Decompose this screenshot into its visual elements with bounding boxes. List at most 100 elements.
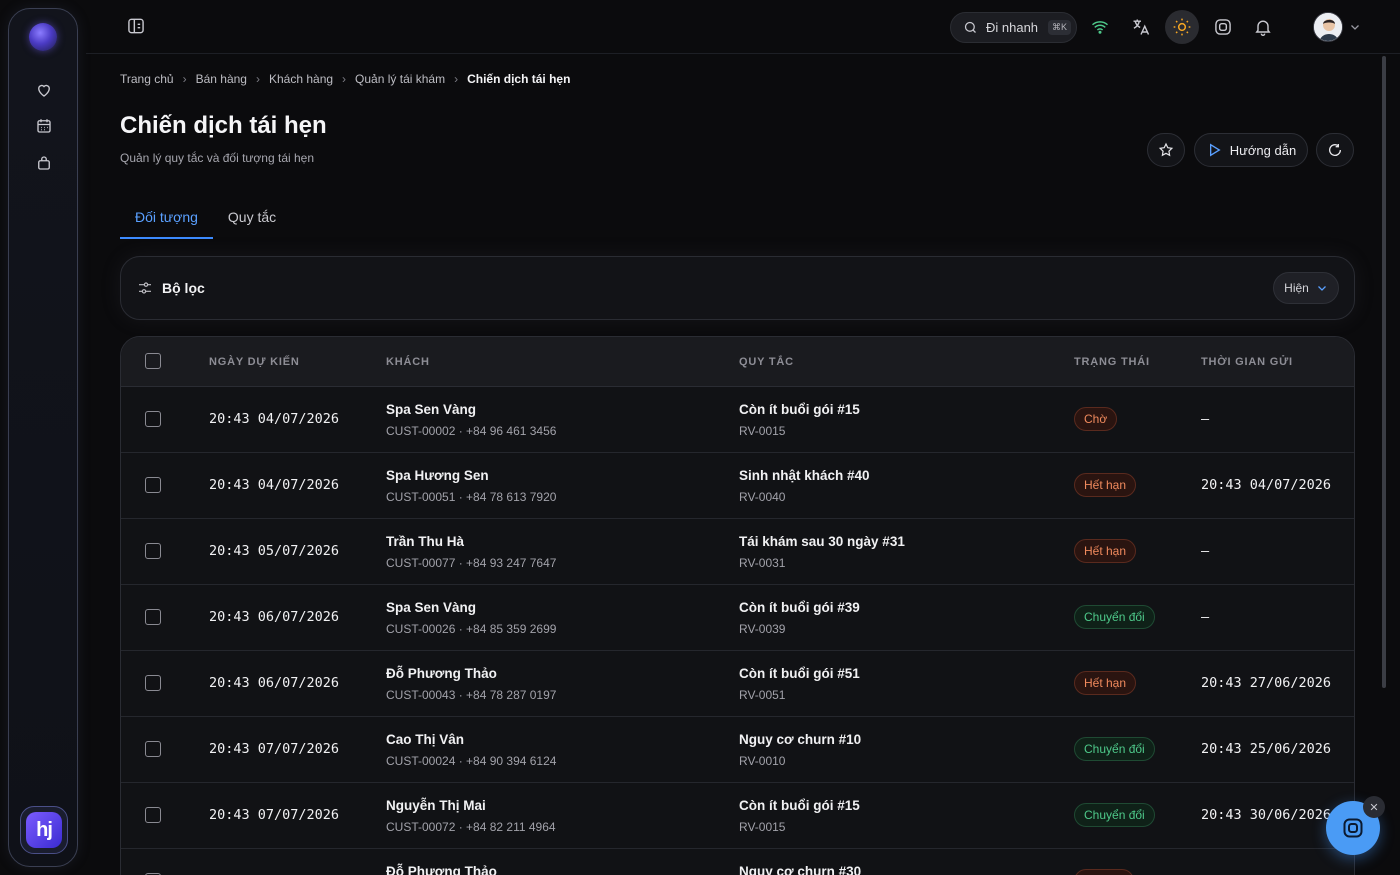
customer-name[interactable]: Đỗ Phương Thảo	[386, 666, 497, 681]
row-checkbox[interactable]	[145, 543, 161, 559]
customer-meta: CUST-00077 · +84 93 247 7647	[386, 556, 557, 570]
breadcrumb-item-sales[interactable]: Bán hàng	[196, 72, 247, 86]
select-all-checkbox[interactable]	[145, 353, 161, 369]
tab-audience[interactable]: Đối tượng	[120, 205, 213, 239]
sidebar-logo-icon[interactable]	[29, 23, 57, 51]
status-badge: Hết hạn	[1074, 539, 1137, 563]
audience-table: NGÀY DỰ KIẾN KHÁCH QUY TẮC TRẠNG THÁI TH…	[120, 336, 1355, 875]
sent-time: 20:43 30/06/2026	[1201, 807, 1332, 823]
column-header-customer[interactable]: KHÁCH	[386, 356, 430, 368]
favorite-button[interactable]	[1147, 133, 1185, 167]
play-icon	[1209, 143, 1221, 157]
page-title: Chiến dịch tái hẹn	[120, 112, 327, 139]
rule-name[interactable]: Còn ít buổi gói #15	[739, 402, 860, 417]
customer-name[interactable]: Spa Sen Vàng	[386, 600, 476, 615]
guide-button[interactable]: Hướng dẫn	[1194, 133, 1308, 167]
wifi-icon[interactable]	[1086, 13, 1114, 41]
chat-close-button[interactable]	[1363, 796, 1385, 818]
support-icon	[1343, 818, 1363, 838]
heart-icon[interactable]	[33, 79, 55, 101]
translate-icon[interactable]	[1127, 13, 1155, 41]
calendar-icon[interactable]	[33, 115, 55, 137]
filter-show-toggle[interactable]: Hiện	[1273, 272, 1339, 304]
customer-meta: CUST-00072 · +84 82 211 4964	[386, 820, 556, 834]
breadcrumb: Trang chủ › Bán hàng › Khách hàng › Quản…	[120, 72, 570, 86]
customer-name[interactable]: Cao Thị Vân	[386, 732, 464, 747]
customer-name[interactable]: Trần Thu Hà	[386, 534, 464, 549]
table-row[interactable]: 20:43 04/07/2026 Spa Hương Sen CUST-0005…	[121, 453, 1354, 519]
refresh-icon	[1329, 144, 1342, 156]
row-checkbox[interactable]	[145, 675, 161, 691]
filter-label: Bộ lọc	[162, 280, 205, 296]
rule-name[interactable]: Nguy cơ churn #30	[739, 864, 861, 875]
customer-meta: CUST-00026 · +84 85 359 2699	[386, 622, 557, 636]
search-shortcut: ⌘K	[1048, 20, 1072, 35]
status-badge: Hết hạn	[1074, 473, 1137, 497]
rule-name[interactable]: Sinh nhật khách #40	[739, 468, 870, 483]
topbar: Đi nhanh ⌘K	[86, 0, 1400, 54]
table-header: NGÀY DỰ KIẾN KHÁCH QUY TẮC TRẠNG THÁI TH…	[121, 337, 1354, 387]
close-icon	[1370, 803, 1378, 811]
table-row[interactable]: 20:43 06/07/2026 Đỗ Phương Thảo CUST-000…	[121, 651, 1354, 717]
status-badge: Chuyển đổi	[1074, 737, 1155, 761]
breadcrumb-item-revisit[interactable]: Quản lý tái khám	[355, 72, 445, 86]
breadcrumb-item-home[interactable]: Trang chủ	[120, 72, 174, 86]
search-label: Đi nhanh	[986, 20, 1039, 35]
support-icon[interactable]	[1209, 13, 1237, 41]
rule-code: RV-0039	[739, 622, 786, 636]
customer-name[interactable]: Nguyễn Thị Mai	[386, 798, 486, 813]
bag-icon[interactable]	[33, 152, 55, 174]
table-row[interactable]: 20:43 04/07/2026 Spa Sen Vàng CUST-00002…	[121, 387, 1354, 453]
panel-toggle-icon[interactable]	[126, 16, 148, 38]
status-badge	[1074, 869, 1134, 875]
column-header-sent-time[interactable]: THỜI GIAN GỬI	[1201, 356, 1293, 368]
scheduled-date: 20:43 07/07/2026	[209, 807, 340, 823]
chevron-down-icon	[1317, 286, 1326, 291]
column-header-rule[interactable]: QUY TẮC	[739, 356, 794, 368]
chevron-down-icon[interactable]	[1349, 20, 1361, 38]
breadcrumb-item-customers[interactable]: Khách hàng	[269, 72, 333, 86]
chevron-right-icon: ›	[255, 72, 260, 86]
scheduled-date: 20:43 04/07/2026	[209, 411, 340, 427]
rule-name[interactable]: Còn ít buổi gói #51	[739, 666, 860, 681]
page-scrollbar[interactable]	[1382, 56, 1386, 688]
table-row[interactable]: 20:43 07/07/2026 Cao Thị Vân CUST-00024 …	[121, 717, 1354, 783]
status-badge: Hết hạn	[1074, 671, 1137, 695]
scheduled-date: 20:43 06/07/2026	[209, 609, 340, 625]
app-logo-icon: hj	[26, 812, 62, 848]
rule-code: RV-0031	[739, 556, 786, 570]
rule-name[interactable]: Còn ít buổi gói #15	[739, 798, 860, 813]
row-checkbox[interactable]	[145, 741, 161, 757]
guide-button-label: Hướng dẫn	[1229, 142, 1297, 158]
status-badge: Chuyển đổi	[1074, 803, 1155, 827]
filter-header[interactable]: Bộ lọc	[137, 280, 205, 296]
row-checkbox[interactable]	[145, 477, 161, 493]
table-row[interactable]: 20:43 06/07/2026 Spa Sen Vàng CUST-00026…	[121, 585, 1354, 651]
rule-name[interactable]: Tái khám sau 30 ngày #31	[739, 534, 905, 549]
row-checkbox[interactable]	[145, 609, 161, 625]
bell-icon[interactable]	[1249, 13, 1277, 41]
customer-meta: CUST-00043 · +84 78 287 0197	[386, 688, 557, 702]
row-checkbox[interactable]	[145, 411, 161, 427]
table-row[interactable]: Đỗ Phương Thảo Nguy cơ churn #30	[121, 849, 1354, 875]
customer-name[interactable]: Đỗ Phương Thảo	[386, 864, 497, 875]
customer-name[interactable]: Spa Sen Vàng	[386, 402, 476, 417]
sent-time: —	[1201, 543, 1210, 559]
rule-name[interactable]: Còn ít buổi gói #39	[739, 600, 860, 615]
table-row[interactable]: 20:43 07/07/2026 Nguyễn Thị Mai CUST-000…	[121, 783, 1354, 849]
sent-time: 20:43 27/06/2026	[1201, 675, 1332, 691]
sun-icon[interactable]	[1165, 10, 1199, 44]
user-avatar[interactable]	[1313, 12, 1343, 42]
app-switcher-button[interactable]: hj	[20, 806, 68, 854]
refresh-button[interactable]	[1316, 133, 1354, 167]
sent-time: 20:43 04/07/2026	[1201, 477, 1332, 493]
column-header-status[interactable]: TRẠNG THÁI	[1074, 356, 1150, 368]
column-header-date[interactable]: NGÀY DỰ KIẾN	[209, 356, 300, 368]
rule-name[interactable]: Nguy cơ churn #10	[739, 732, 861, 747]
customer-name[interactable]: Spa Hương Sen	[386, 468, 489, 483]
table-row[interactable]: 20:43 05/07/2026 Trần Thu Hà CUST-00077 …	[121, 519, 1354, 585]
sent-time: —	[1201, 609, 1210, 625]
tab-rules[interactable]: Quy tắc	[213, 205, 291, 239]
row-checkbox[interactable]	[145, 807, 161, 823]
quick-search-button[interactable]: Đi nhanh ⌘K	[950, 12, 1077, 43]
